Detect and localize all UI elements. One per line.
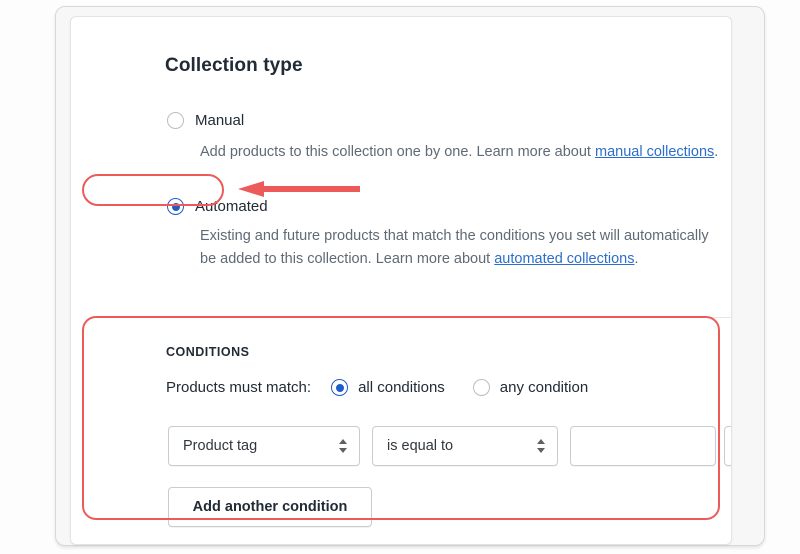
page-title: Collection type [165, 55, 303, 76]
radio-option-manual[interactable]: Manual [167, 112, 244, 129]
condition-value-input[interactable] [570, 426, 716, 466]
all-conditions-radio-icon[interactable] [331, 379, 349, 396]
condition-rule-row: Product tag is equal to [168, 426, 731, 472]
condition-operator-value: is equal to [387, 438, 454, 454]
screenshot-root: Collection type Manual Add products to t… [0, 0, 800, 554]
chevron-updown-icon [339, 438, 348, 454]
section-divider [142, 317, 731, 318]
manual-help-text: Add products to this collection one by o… [200, 141, 720, 164]
manual-help-prefix: Add products to this collection one by o… [200, 144, 595, 160]
collection-type-card: Collection type Manual Add products to t… [70, 16, 732, 545]
condition-operator-select[interactable]: is equal to [372, 426, 558, 466]
chevron-updown-icon [730, 457, 731, 473]
radio-option-any-condition[interactable]: any condition [472, 379, 589, 396]
automated-help-text: Existing and future products that match … [200, 225, 722, 271]
add-another-condition-button[interactable]: Add another condition [168, 487, 372, 527]
radio-label-manual: Manual [195, 112, 245, 129]
radio-label-any-condition: any condition [499, 379, 589, 396]
manual-radio-icon[interactable] [167, 112, 184, 129]
radio-option-all-conditions[interactable]: all conditions [331, 379, 445, 396]
chevron-updown-icon [537, 438, 546, 454]
manual-help-suffix: . [714, 144, 719, 160]
automated-radio-icon[interactable] [167, 198, 184, 215]
manual-collections-link[interactable]: manual collections [595, 144, 714, 160]
automated-collections-link[interactable]: automated collections [494, 251, 634, 267]
radio-option-automated[interactable]: Automated [167, 198, 268, 215]
automated-help-suffix: . [634, 251, 639, 267]
condition-field-select[interactable]: Product tag [168, 426, 360, 466]
radio-label-automated: Automated [195, 198, 268, 215]
conditions-heading: CONDITIONS [166, 345, 250, 359]
condition-field-value: Product tag [183, 438, 258, 454]
condition-unit-select[interactable] [724, 426, 731, 472]
any-condition-radio-icon[interactable] [472, 379, 490, 396]
radio-label-all-conditions: all conditions [358, 379, 445, 396]
products-must-match-label: Products must match: [166, 379, 312, 396]
products-must-match-row: Products must match: all conditions any … [166, 379, 616, 396]
